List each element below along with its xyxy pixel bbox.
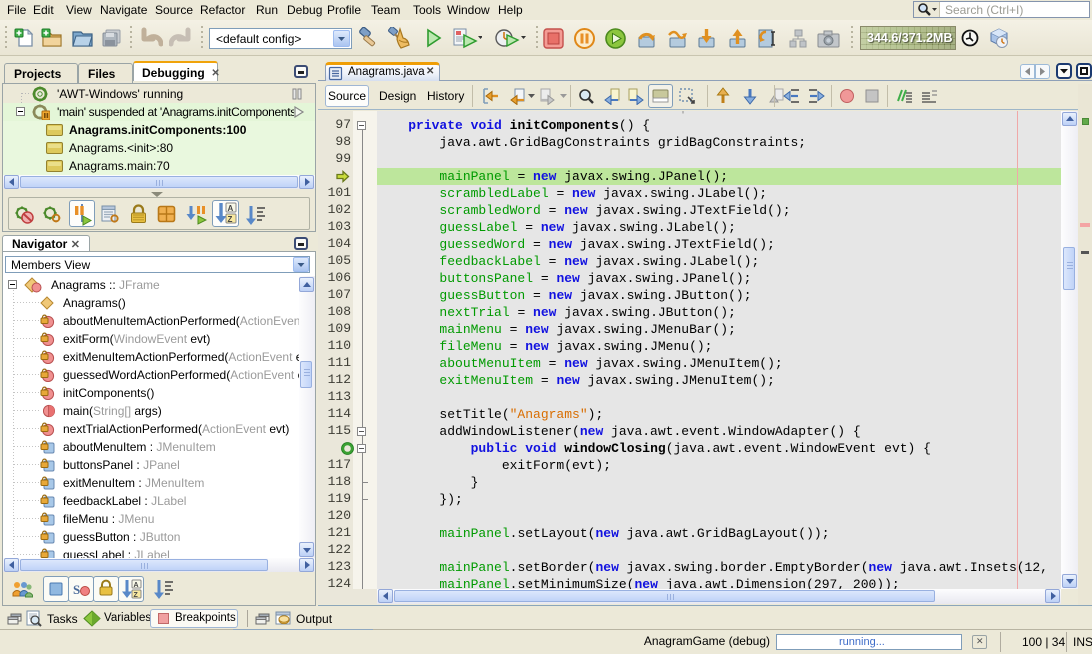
svg-text:S: S: [73, 582, 80, 597]
svg-text:Z: Z: [134, 592, 139, 599]
svg-text:A: A: [228, 204, 234, 213]
svg-text:A: A: [134, 582, 139, 589]
svg-text:Z: Z: [228, 215, 233, 224]
